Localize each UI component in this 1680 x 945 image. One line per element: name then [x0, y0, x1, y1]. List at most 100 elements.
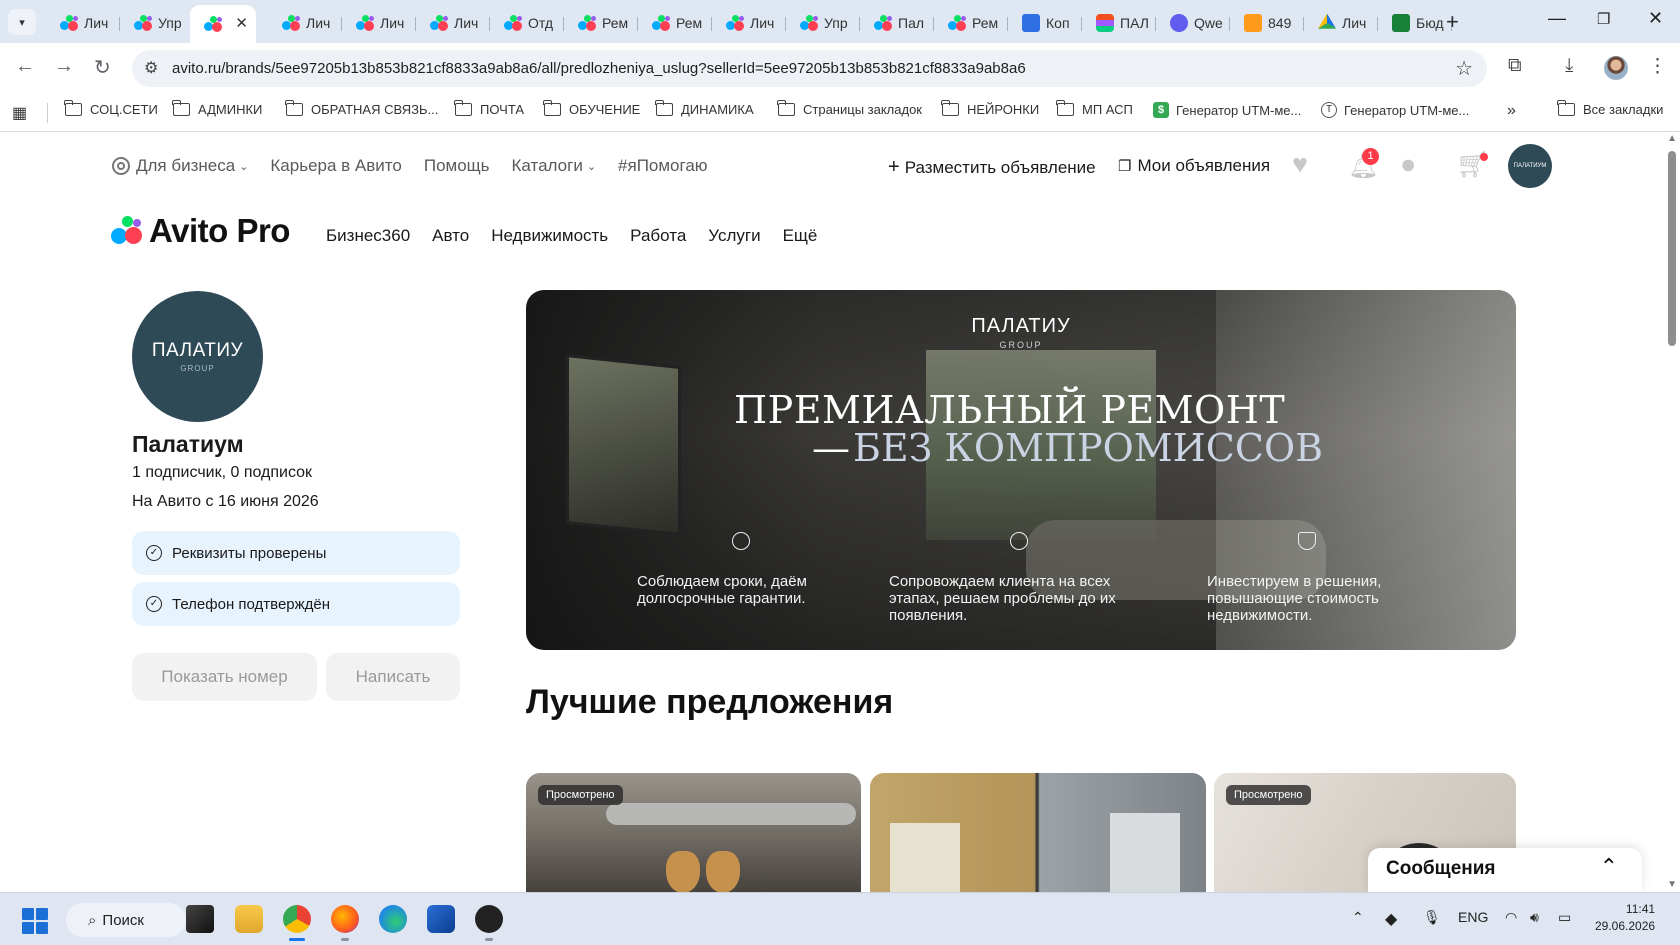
tab[interactable]: Лич — [416, 5, 490, 40]
restore-button[interactable]: ❐ — [1597, 10, 1610, 28]
tab[interactable]: Пал — [860, 5, 934, 40]
category-nav-item[interactable]: Ещё — [783, 226, 818, 246]
post-ad-button[interactable]: + Разместить объявление — [888, 156, 1096, 179]
profile-avatar[interactable] — [1604, 56, 1628, 80]
bookmark-item[interactable]: СОЦ.СЕТИ — [64, 100, 158, 117]
all-bookmarks[interactable]: Все закладки — [1557, 100, 1663, 117]
tab-search-button[interactable]: ▾ — [8, 9, 36, 35]
scrollbar-thumb[interactable] — [1668, 151, 1676, 346]
bookmark-item[interactable]: ОБУЧЕНИЕ — [543, 100, 640, 117]
scroll-down-arrow-icon[interactable]: ▼ — [1667, 879, 1677, 890]
tab[interactable]: Коп — [1008, 5, 1082, 40]
avito-favicon-icon — [726, 14, 744, 32]
bookmark-item[interactable]: T Генератор UTM-ме... — [1321, 102, 1469, 118]
tab[interactable]: Отд — [490, 5, 564, 40]
seller-avatar[interactable]: ПАЛАТИУ GROUP — [132, 291, 263, 422]
category-nav-item[interactable]: Услуги — [708, 226, 760, 246]
show-phone-button[interactable]: Показать номер — [132, 653, 317, 701]
tray-app-icon[interactable]: ◆ — [1385, 909, 1397, 929]
reload-icon[interactable]: ↻ — [94, 55, 111, 80]
tab[interactable]: Рем — [934, 5, 1008, 40]
bookmark-star-icon[interactable]: ☆ — [1455, 56, 1473, 81]
bookmarks-separator — [47, 103, 48, 123]
tab[interactable]: Лич — [1304, 5, 1378, 40]
tab[interactable]: Лич — [342, 5, 416, 40]
store-icon[interactable] — [427, 905, 455, 933]
tab[interactable]: Qwe — [1156, 5, 1230, 40]
back-arrow-icon[interactable]: ← — [15, 55, 35, 78]
bookmark-item[interactable]: АДМИНКИ — [172, 100, 262, 117]
tray-overflow-icon[interactable]: ⌃ — [1352, 909, 1364, 926]
chat-bubble-icon[interactable]: ● — [1400, 149, 1416, 180]
tab-active[interactable]: ✕ — [190, 5, 256, 43]
firefox-icon[interactable] — [331, 905, 359, 933]
category-nav-item[interactable]: Бизнес360 — [326, 226, 410, 246]
chrome-icon[interactable] — [283, 905, 311, 933]
chevron-up-icon[interactable]: ⌃ — [1600, 854, 1618, 880]
avito-pro-logo[interactable]: Avito Pro — [111, 212, 290, 250]
business-menu[interactable]: Для бизнеса ⌄ — [112, 156, 248, 176]
apps-grid-icon[interactable]: ▦ — [12, 103, 27, 123]
tab[interactable]: Лич — [268, 5, 342, 40]
scroll-up-arrow-icon[interactable]: ▲ — [1667, 133, 1677, 144]
file-explorer-icon[interactable] — [235, 905, 263, 933]
my-ads-button[interactable]: ❐ Мои объявления — [1118, 156, 1270, 176]
help-link[interactable]: Помощь — [424, 156, 490, 176]
page-scrollbar[interactable]: ▲ ▼ — [1664, 133, 1680, 892]
folder-icon — [64, 100, 82, 116]
offer-card[interactable] — [870, 773, 1206, 892]
tab[interactable]: Лич — [712, 5, 786, 40]
offer-card[interactable]: Просмотрено — [526, 773, 861, 892]
catalogs-menu[interactable]: Каталоги ⌄ — [512, 156, 597, 176]
tab[interactable]: ПАЛ — [1082, 5, 1156, 40]
write-message-button[interactable]: Написать — [326, 653, 460, 701]
tab[interactable]: Бюд — [1378, 5, 1452, 40]
new-tab-button[interactable]: + — [1446, 9, 1459, 35]
chatgpt-icon[interactable] — [475, 905, 503, 933]
category-nav-item[interactable]: Недвижимость — [491, 226, 608, 246]
taskbar-search[interactable]: ⌕ Поиск — [66, 903, 186, 937]
bookmarks-overflow-icon[interactable]: » — [1507, 102, 1516, 120]
tab[interactable]: Рем — [638, 5, 712, 40]
windows-start-icon[interactable] — [22, 908, 48, 934]
menu-kebab-icon[interactable]: ⋮ — [1648, 55, 1667, 78]
bookmark-item[interactable]: МП АСП — [1056, 100, 1133, 117]
messages-panel[interactable]: Сообщения ⌃ — [1368, 848, 1642, 892]
input-language[interactable]: ENG — [1458, 909, 1488, 925]
tab-close-icon[interactable]: ✕ — [235, 14, 248, 32]
user-avatar[interactable]: ПАЛАТИУМ — [1508, 144, 1552, 188]
volume-icon[interactable]: 🔊︎ — [1530, 909, 1539, 926]
favorites-heart-icon[interactable]: ♥ — [1292, 149, 1308, 180]
ihelp-link[interactable]: #яПомогаю — [618, 156, 708, 176]
edge-icon[interactable] — [379, 905, 407, 933]
url-text[interactable]: avito.ru/brands/5ee97205b13b853b821cf883… — [172, 60, 1026, 77]
tab[interactable]: Рем — [564, 5, 638, 40]
minimize-button[interactable]: — — [1548, 8, 1566, 29]
site-info-icon[interactable]: ⚙ — [144, 58, 158, 78]
seller-subscriptions[interactable]: 1 подписчик, 0 подписок — [132, 464, 312, 482]
extensions-icon[interactable]: ⧉ — [1508, 55, 1522, 77]
microphone-icon[interactable]: 🎙︎ — [1423, 909, 1441, 926]
battery-icon[interactable]: ▭ — [1558, 909, 1571, 926]
tab[interactable]: Упр — [120, 5, 194, 40]
system-clock[interactable]: 11:41 29.06.2026 — [1595, 901, 1655, 935]
address-bar[interactable]: ⚙ avito.ru/brands/5ee97205b13b853b821cf8… — [132, 50, 1487, 87]
bookmark-item[interactable]: ОБРАТНАЯ СВЯЗЬ... — [285, 100, 438, 117]
bookmark-item[interactable]: ДИНАМИКА — [655, 100, 754, 117]
bookmark-item[interactable]: НЕЙРОНКИ — [941, 100, 1039, 117]
bookmark-item[interactable]: Страницы закладок — [777, 100, 922, 117]
close-window-button[interactable]: ✕ — [1648, 8, 1663, 29]
forward-arrow-icon[interactable]: → — [54, 55, 74, 78]
tab[interactable]: Лич — [46, 5, 120, 40]
tab[interactable]: Упр — [786, 5, 860, 40]
tab[interactable]: 849 — [1230, 5, 1304, 40]
tab-title: Пал — [898, 14, 925, 31]
category-nav-item[interactable]: Работа — [630, 226, 686, 246]
wifi-icon[interactable]: ◠ — [1505, 909, 1517, 926]
category-nav-item[interactable]: Авто — [432, 226, 469, 246]
bookmark-item[interactable]: $ Генератор UTM-ме... — [1153, 102, 1301, 118]
task-view-icon[interactable] — [186, 905, 214, 933]
career-link[interactable]: Карьера в Авито — [270, 156, 401, 176]
bookmark-item[interactable]: ПОЧТА — [454, 100, 524, 117]
download-icon[interactable]: ⤓ — [1565, 55, 1573, 77]
